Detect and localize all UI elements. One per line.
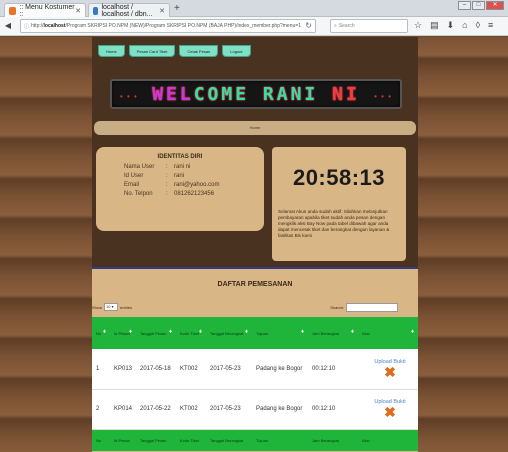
welcome-led-banner: • • • WELCOME RANI NI • • • <box>110 79 402 109</box>
col-aksi[interactable]: Aksi ♦ <box>358 317 418 349</box>
led-dots-left: • • • <box>120 92 138 101</box>
nav-home[interactable]: Home <box>98 45 125 57</box>
favicon-icon <box>9 6 17 15</box>
close-tab-icon[interactable]: ✕ <box>159 7 165 15</box>
col-id-pesan[interactable]: Id Pesan ♦ <box>110 317 136 349</box>
nav-cetak-pesan[interactable]: Cetak Pesan <box>179 45 219 57</box>
orders-panel: DAFTAR PEMESANAN Show 10 ▾ entries Searc… <box>92 267 418 452</box>
back-arrow-icon[interactable]: ◀ <box>2 20 14 32</box>
page-length-control: Show 10 ▾ entries <box>92 303 133 311</box>
search-icon: ⌕ <box>334 23 337 29</box>
clock-time: 20:58:13 <box>292 165 386 190</box>
delete-icon[interactable]: ✖ <box>362 405 418 419</box>
orders-table: No ♦ Id Pesan ♦ Tanggal Pesan ♦ Kode Tiket ♦… <box>92 317 418 451</box>
page-length-select[interactable]: 10 ▾ <box>104 303 119 311</box>
toolbar-icons: ☆ ▤ ⬇ ⌂ ◊ ≡ <box>414 20 493 31</box>
col-jam-berangkat[interactable]: Jam Berangkat ♦ <box>308 317 358 349</box>
home-icon[interactable]: ⌂ <box>462 20 467 31</box>
clock-panel: 20:58:13 Selamat Akun anda sudah aktif. … <box>272 147 406 261</box>
browser-search-bar[interactable]: ⌕ Search <box>330 19 408 33</box>
led-dots-right: • • • <box>374 92 392 101</box>
delete-icon[interactable]: ✖ <box>362 365 418 379</box>
browser-nav-bar: ◀ ⓘ http:// localhost /Program SKRIPSI P… <box>0 17 508 36</box>
url-prefix: http:// <box>31 23 44 29</box>
identity-panel: IDENTITAS DIRI Nama User: rani ni Id User… <box>96 147 264 231</box>
download-icon[interactable]: ⬇ <box>447 20 455 31</box>
banner-text: WELCOME RANI NI <box>152 83 360 105</box>
new-tab-button[interactable]: + <box>174 3 180 14</box>
tab-menu-kostumer[interactable]: :: Menu Kostumer :: ✕ <box>4 3 86 18</box>
menu-icon[interactable]: ≡ <box>488 20 493 31</box>
col-tujuan[interactable]: Tujuan ♦ <box>252 317 308 349</box>
url-path: /Program SKRIPSI PO.NPM (NEW)/Program SK… <box>65 23 301 29</box>
tab-phpmyadmin[interactable]: localhost / localhost / dbn... ✕ <box>88 3 170 18</box>
pocket-icon[interactable]: ◊ <box>476 20 480 31</box>
actions-cell: Upload Bukti ✖ <box>358 349 418 390</box>
table-header-row: No ♦ Id Pesan ♦ Tanggal Pesan ♦ Kode Tiket ♦… <box>92 317 418 349</box>
identity-row-email: Email: rani@yahoo.com <box>124 182 220 188</box>
col-no[interactable]: No ♦ <box>92 317 110 349</box>
welcome-message: Selamat Akun anda sudah aktif. Silahkan … <box>278 209 390 238</box>
favicon-icon <box>93 6 99 15</box>
identity-row-name: Nama User: rani ni <box>124 164 191 170</box>
table-row: 1 KP013 2017-05-18 KT002 2017-05-23 Pada… <box>92 349 418 390</box>
maximize-button[interactable]: □ <box>472 1 485 10</box>
window-controls: – □ ✕ <box>458 1 504 10</box>
tab-label: :: Menu Kostumer :: <box>19 3 75 18</box>
identity-title: IDENTITAS DIRI <box>157 154 203 160</box>
col-kode-tiket[interactable]: Kode Tiket ♦ <box>176 317 206 349</box>
table-search: Search: <box>330 303 398 312</box>
nav-logout[interactable]: Logout <box>222 45 251 57</box>
search-placeholder: Search <box>338 23 355 29</box>
reload-icon[interactable]: ↻ <box>305 21 312 30</box>
col-tanggal-pesan[interactable]: Tanggal Pesan ♦ <box>136 317 176 349</box>
close-window-button[interactable]: ✕ <box>486 1 504 10</box>
close-tab-icon[interactable]: ✕ <box>75 7 81 15</box>
url-host: localhost <box>43 23 66 29</box>
table-search-input[interactable] <box>346 303 398 312</box>
reading-list-icon[interactable]: ▤ <box>430 20 439 31</box>
breadcrumb: Home <box>94 121 416 135</box>
page-background: Home Pesan Card Tiket Cetak Pesan Logout… <box>0 37 508 452</box>
bookmark-star-icon[interactable]: ☆ <box>414 20 422 31</box>
tab-label: localhost / localhost / dbn... <box>101 3 153 18</box>
col-tanggal-berangkat[interactable]: Tanggal Berangkat ♦ <box>206 317 252 349</box>
address-bar[interactable]: ⓘ http:// localhost /Program SKRIPSI PO.… <box>20 19 316 33</box>
top-navigation: Home Pesan Card Tiket Cetak Pesan Logout <box>98 45 251 57</box>
identity-row-id: Id User: rani <box>124 173 185 179</box>
browser-tab-bar: :: Menu Kostumer :: ✕ localhost / localh… <box>0 0 508 18</box>
table-row: 2 KP014 2017-05-22 KT002 2017-05-23 Pada… <box>92 389 418 430</box>
info-icon: ⓘ <box>24 23 30 30</box>
nav-pesan-card-tiket[interactable]: Pesan Card Tiket <box>128 45 176 57</box>
table-footer-row: No Id Pesan Tanggal Pesan Kode Tiket Tan… <box>92 429 418 451</box>
minimize-button[interactable]: – <box>458 1 471 10</box>
table-controls: Show 10 ▾ entries Search: <box>92 303 418 313</box>
orders-title: DAFTAR PEMESANAN <box>217 281 293 288</box>
actions-cell: Upload Bukti ✖ <box>358 389 418 430</box>
identity-row-phone: No. Telpon:081262123456 <box>124 191 215 197</box>
